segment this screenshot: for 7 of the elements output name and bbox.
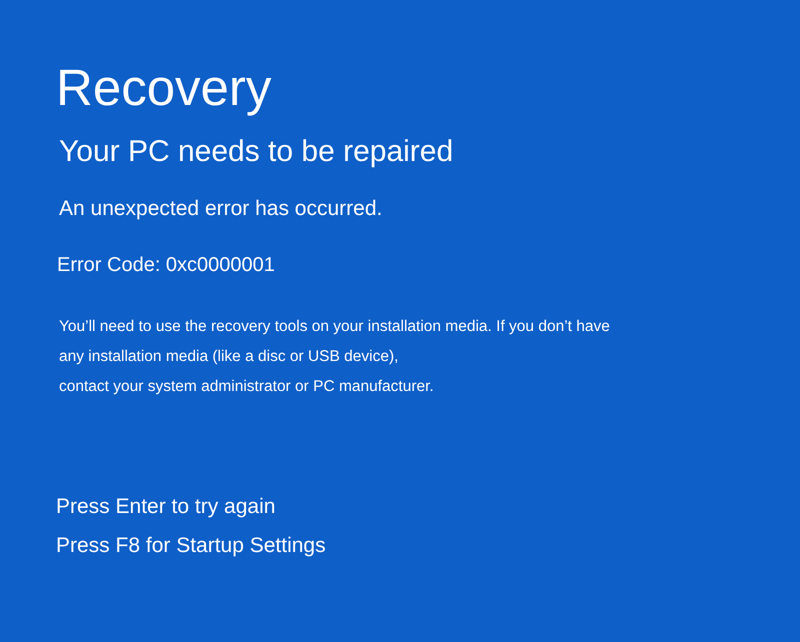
recovery-title: Recovery	[56, 58, 272, 118]
error-heading: Your PC needs to be repaired	[59, 134, 454, 170]
error-message: An unexpected error has occurred.	[59, 196, 382, 222]
key-option: Press F8 for Startup Settings	[56, 531, 326, 561]
key-option: Press Enter to try again	[56, 492, 326, 522]
instructions-paragraph: You’ll need to use the recovery tools on your installation media. If you don’t have any installation media (like a disc or USB device), contact your system administrator or PC manufacturer.	[59, 317, 610, 397]
error-code: Error Code: 0xc0000001	[57, 253, 275, 278]
